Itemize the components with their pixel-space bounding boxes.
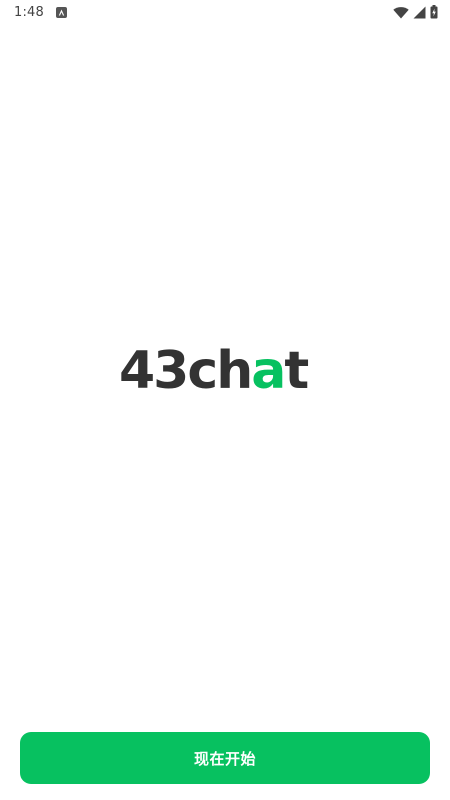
start-now-button[interactable]: 现在开始 xyxy=(20,732,430,784)
a-notification-icon xyxy=(56,6,67,18)
logo-text-dark: 43ch xyxy=(119,341,251,401)
status-right xyxy=(393,5,438,19)
status-time: 1:48 xyxy=(14,4,44,20)
wifi-icon xyxy=(393,6,409,19)
status-left: 1:48 xyxy=(14,5,67,20)
splash-screen: 1:48 43chat 现在开始 xyxy=(0,0,450,800)
cellular-signal-icon xyxy=(413,6,426,19)
battery-charging-icon xyxy=(430,5,438,19)
app-logo: 43chat xyxy=(119,340,331,404)
logo-text-accent: a xyxy=(251,341,284,401)
status-bar: 1:48 xyxy=(0,0,450,24)
logo-text-dark-end: t xyxy=(284,341,308,401)
svg-text:43chat: 43chat xyxy=(119,341,308,401)
